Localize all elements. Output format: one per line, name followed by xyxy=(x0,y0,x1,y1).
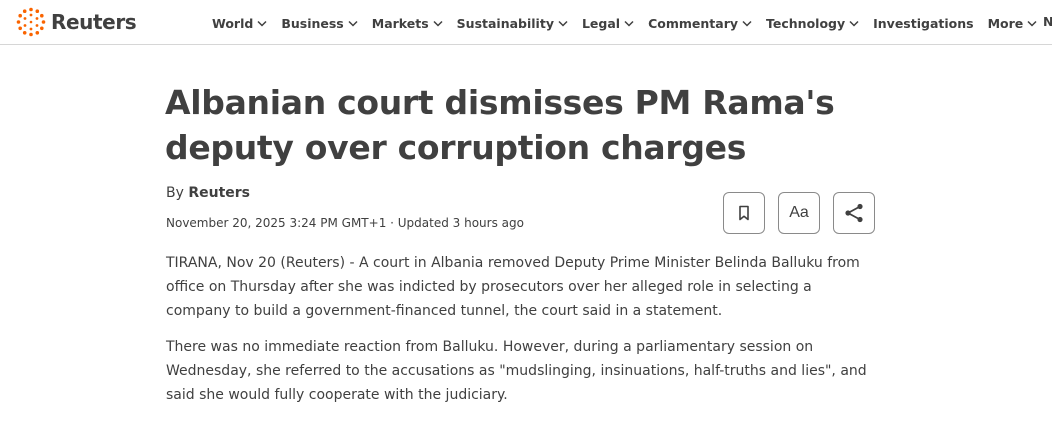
nav-item-label: Business xyxy=(281,15,344,31)
text-size-button[interactable]: Aa xyxy=(778,192,820,234)
reuters-logo-icon xyxy=(16,7,46,37)
nav-item-label: Sustainability xyxy=(456,15,554,31)
nav-item-label: Investigations xyxy=(873,15,974,31)
chevron-down-icon xyxy=(433,20,443,27)
chevron-down-icon xyxy=(558,20,568,27)
chevron-down-icon xyxy=(849,20,859,27)
article-byline: By Reuters xyxy=(166,185,250,201)
chevron-down-icon xyxy=(742,20,752,27)
nav-item-label: World xyxy=(212,15,254,31)
main-navigation: World Business Markets Sustainability Legal C… xyxy=(212,14,1051,32)
byline-author-link[interactable]: Reuters xyxy=(188,185,250,201)
article-paragraph-2: There was no immediate reaction from Bal… xyxy=(166,339,867,403)
nav-item-investigations[interactable]: Investigations xyxy=(873,16,973,31)
article-dateline: November 20, 2025 3:24 PM GMT+1 · Update… xyxy=(166,216,524,230)
share-button[interactable] xyxy=(833,192,875,234)
bookmark-icon xyxy=(739,205,749,221)
article-tools: Aa xyxy=(723,192,875,234)
bookmark-button[interactable] xyxy=(723,192,765,234)
chevron-down-icon xyxy=(624,20,634,27)
article-headline: Albanian court dismisses PM Rama's deput… xyxy=(165,83,835,167)
nav-item-label: Markets xyxy=(371,15,429,31)
nav-item-sustainability[interactable]: Sustainability xyxy=(457,16,568,31)
text-size-label: Aa xyxy=(789,204,809,221)
nav-item-technology[interactable]: Technology xyxy=(766,16,859,31)
share-icon xyxy=(845,203,863,223)
nav-item-label: Legal xyxy=(581,15,621,31)
chevron-down-icon xyxy=(257,20,267,27)
logo-wordmark: Reuters xyxy=(51,10,137,34)
nav-item-legal[interactable]: Legal xyxy=(582,16,634,31)
chevron-down-icon xyxy=(1027,20,1037,27)
site-header: Reuters World Business Markets Sustainabili… xyxy=(0,0,1052,45)
article-paragraph-1: TIRANA, Nov 20 (Reuters) - A court in Al… xyxy=(166,255,860,319)
nav-overflow-text[interactable]: N xyxy=(1043,14,1052,29)
byline-prefix: By xyxy=(166,185,184,201)
nav-item-commentary[interactable]: Commentary xyxy=(648,16,752,31)
nav-item-business[interactable]: Business xyxy=(281,15,358,31)
nav-item-label: Commentary xyxy=(648,15,739,31)
nav-item-more[interactable]: More xyxy=(988,16,1038,31)
reuters-logo[interactable]: Reuters xyxy=(16,6,137,38)
chevron-down-icon xyxy=(348,20,358,27)
nav-item-world[interactable]: World xyxy=(212,16,267,31)
nav-item-label: More xyxy=(987,15,1024,31)
nav-item-label: Technology xyxy=(766,15,846,31)
nav-item-markets[interactable]: Markets xyxy=(372,16,443,31)
